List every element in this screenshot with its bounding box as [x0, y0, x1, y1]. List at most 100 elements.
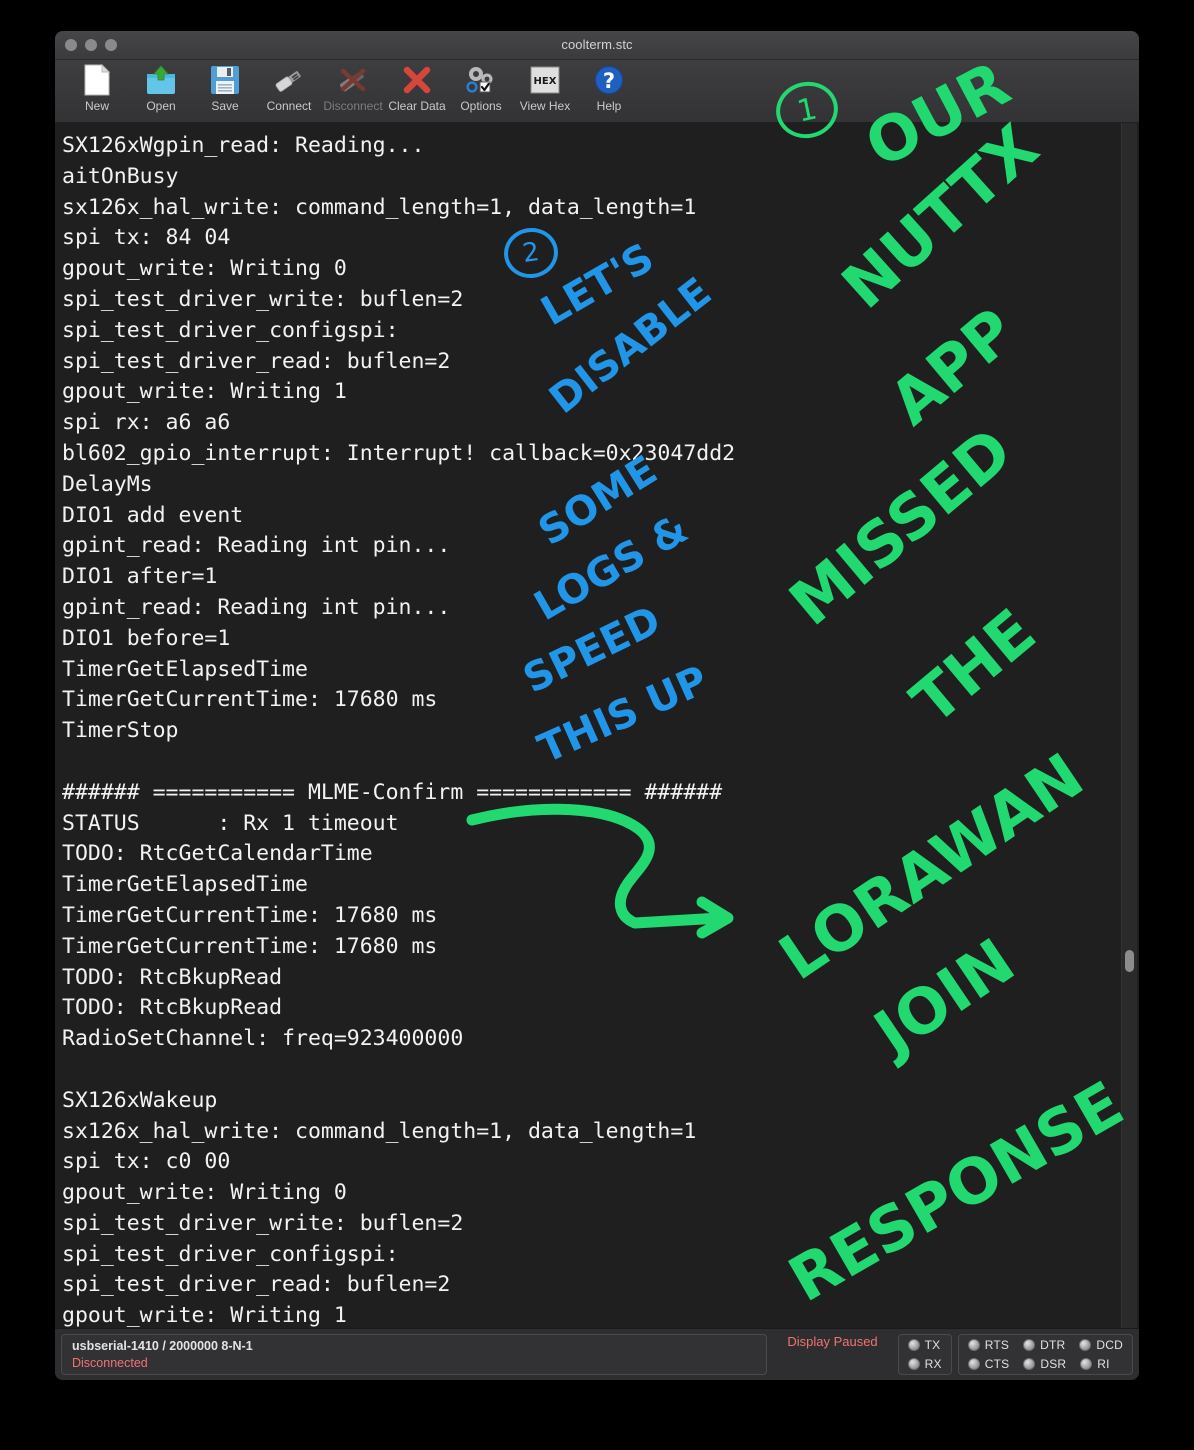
led-cell-tx: TX	[907, 1338, 941, 1352]
rx-led-icon	[907, 1358, 920, 1370]
terminal-line: DIO1 before=1	[62, 625, 231, 651]
led-row-tx: TX	[907, 1338, 942, 1352]
tx-led-icon	[907, 1339, 920, 1351]
toolbar-button-connect[interactable]: Connect	[257, 60, 321, 113]
svg-text:?: ?	[603, 69, 615, 93]
terminal-line: gpint_read: Reading int pin...	[62, 594, 451, 620]
screenshot-root: coolterm.stc New Open Save Connect Disco…	[0, 0, 1194, 1450]
gears-icon	[463, 63, 499, 97]
terminal-line: DIO1 add event	[62, 502, 244, 528]
dtr-led-label: DTR	[1040, 1338, 1066, 1352]
rts-led-label: RTS	[984, 1338, 1010, 1352]
toolbar-button-disconnect[interactable]: Disconnect	[321, 60, 385, 113]
terminal-line: gpout_write: Writing 1	[62, 379, 347, 405]
toolbar-button-clear-data[interactable]: Clear Data	[385, 60, 449, 113]
floppy-disk-icon	[207, 63, 243, 97]
red-x-icon	[399, 63, 435, 97]
terminal-line: ###### =========== MLME-Confirm ========…	[62, 779, 723, 805]
terminal-line: STATUS : Rx 1 timeout	[62, 810, 399, 836]
hex-icon: HEX	[527, 63, 563, 97]
toolbar-label-clear-data: Clear Data	[388, 99, 446, 113]
terminal-line: spi_test_driver_configspi:	[62, 1241, 399, 1267]
terminal-line: TimerGetCurrentTime: 17680 ms	[62, 933, 438, 959]
terminal-line: TimerStop	[62, 718, 179, 744]
dsr-led-label: DSR	[1040, 1357, 1067, 1371]
terminal-line: gpint_read: Reading int pin...	[62, 533, 451, 559]
rts-led-icon	[967, 1339, 980, 1351]
connection-state-text: Disconnected	[72, 1356, 148, 1370]
terminal-line: spi_test_driver_configspi:	[62, 317, 399, 343]
terminal-line: spi rx: a6 a6	[62, 410, 231, 436]
toolbar: New Open Save Connect Disconnect Clear D…	[55, 60, 1139, 123]
led-cell-dcd: DCD	[1079, 1338, 1123, 1352]
led-row-2: CTS DSR RI	[967, 1357, 1123, 1371]
open-folder-icon	[143, 63, 179, 97]
toolbar-label-save: Save	[211, 99, 239, 113]
terminal-line: spi_test_driver_write: buflen=2	[62, 286, 464, 312]
terminal-line: aitOnBusy	[62, 163, 179, 189]
toolbar-button-options[interactable]: Options	[449, 60, 513, 113]
new-document-icon	[79, 63, 115, 97]
rx-led-label: RX	[924, 1357, 942, 1371]
display-paused-text: Display Paused	[787, 1334, 878, 1349]
toolbar-label-view-hex: View Hex	[519, 99, 571, 113]
txrx-led-group: TX RX	[897, 1334, 952, 1375]
terminal-line: gpout_write: Writing 0	[62, 1180, 347, 1206]
terminal-line: gpout_write: Writing 1	[62, 1303, 347, 1328]
terminal-line: TimerGetCurrentTime: 17680 ms	[62, 902, 438, 928]
toolbar-label-connect: Connect	[266, 99, 312, 113]
terminal-line: bl602_gpio_interrupt: Interrupt! callbac…	[62, 440, 736, 466]
terminal-line: DelayMs	[62, 471, 153, 497]
toolbar-button-new[interactable]: New	[65, 60, 129, 113]
terminal-line: sx126x_hal_write: command_length=1, data…	[62, 194, 697, 220]
coolterm-window: coolterm.stc New Open Save Connect Disco…	[55, 31, 1139, 1380]
terminal-line: sx126x_hal_write: command_length=1, data…	[62, 1118, 697, 1144]
terminal-line: spi_test_driver_read: buflen=2	[62, 348, 451, 374]
toolbar-button-help[interactable]: ? Help	[577, 60, 641, 113]
terminal-line: spi_test_driver_read: buflen=2	[62, 1272, 451, 1298]
port-settings-text: usbserial-1410 / 2000000 8-N-1	[72, 1339, 253, 1353]
terminal-line: SX126xWakeup	[62, 1087, 218, 1113]
dcd-led-label: DCD	[1096, 1338, 1123, 1352]
toolbar-label-options: Options	[460, 99, 502, 113]
toolbar-label-help: Help	[596, 99, 622, 113]
toolbar-button-save[interactable]: Save	[193, 60, 257, 113]
terminal-line: spi tx: 84 04	[62, 225, 231, 251]
status-bar: usbserial-1410 / 2000000 8-N-1 Disconnec…	[55, 1328, 1139, 1380]
led-row-1: RTS DTR DCD	[967, 1338, 1123, 1352]
dtr-led-icon	[1023, 1339, 1036, 1351]
toolbar-label-new: New	[84, 99, 109, 113]
ri-led-icon	[1080, 1358, 1093, 1370]
led-cell-dsr: DSR	[1023, 1357, 1066, 1371]
led-cell-dtr: DTR	[1023, 1338, 1065, 1352]
window-title: coolterm.stc	[561, 37, 633, 52]
window-titlebar[interactable]: coolterm.stc	[55, 31, 1139, 60]
terminal-line: TODO: RtcGetCalendarTime	[62, 841, 373, 867]
terminal-scrollbar[interactable]	[1121, 123, 1137, 1328]
terminal-line: TODO: RtcBkupRead	[62, 964, 283, 990]
toolbar-button-view-hex[interactable]: HEX View Hex	[513, 60, 577, 113]
port-status-box: usbserial-1410 / 2000000 8-N-1 Disconnec…	[61, 1334, 768, 1375]
terminal-output: SX126xWgpin_read: Reading... aitOnBusy sx1…	[55, 123, 1139, 1328]
terminal-area[interactable]: SX126xWgpin_read: Reading... aitOnBusy sx1…	[55, 123, 1139, 1328]
terminal-line: TimerGetElapsedTime	[62, 656, 308, 682]
terminal-line: SX126xWgpin_read: Reading...	[62, 133, 425, 158]
usb-disconnect-icon	[335, 63, 371, 97]
scrollbar-thumb[interactable]	[1125, 950, 1134, 972]
led-cell-ri: RI	[1080, 1357, 1109, 1371]
toolbar-label-disconnect: Disconnect	[323, 99, 383, 113]
terminal-line: spi_test_driver_write: buflen=2	[62, 1210, 464, 1236]
led-cell-rts: RTS	[967, 1338, 1010, 1352]
toolbar-label-open: Open	[146, 99, 176, 113]
svg-text:HEX: HEX	[534, 76, 557, 87]
led-cell-cts: CTS	[967, 1357, 1010, 1371]
terminal-line: TimerGetCurrentTime: 17680 ms	[62, 687, 438, 713]
led-row-rx: RX	[907, 1357, 942, 1371]
dsr-led-icon	[1023, 1358, 1036, 1370]
terminal-line: DIO1 after=1	[62, 564, 218, 590]
toolbar-button-open[interactable]: Open	[129, 60, 193, 113]
terminal-line: TODO: RtcBkupRead	[62, 995, 283, 1021]
terminal-line: spi tx: c0 00	[62, 1149, 231, 1175]
